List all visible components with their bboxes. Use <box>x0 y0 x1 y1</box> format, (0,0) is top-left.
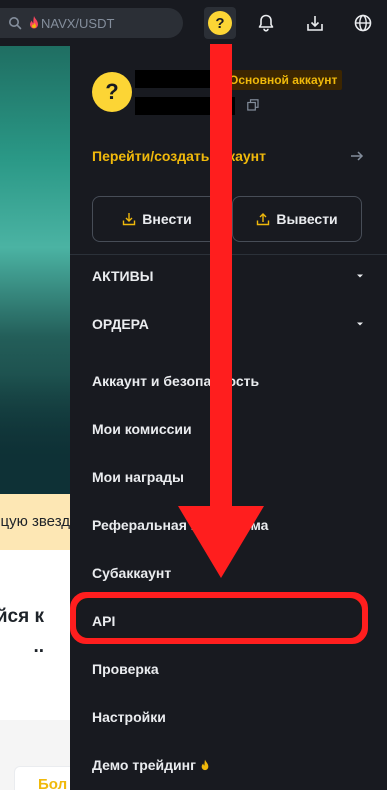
fire-icon <box>30 16 38 29</box>
account-drawer: ? Основной аккаунт Перейти/создать аккау… <box>70 46 387 790</box>
menu-item-settings[interactable]: Настройки <box>92 706 364 728</box>
caret-down-icon <box>357 274 363 278</box>
redacted-user-id <box>135 97 235 115</box>
account-button[interactable]: ? <box>204 7 236 39</box>
menu-item-demo-trading[interactable]: Демо трейдинг <box>92 754 364 776</box>
search-icon <box>9 17 22 30</box>
search-query-text: NAVX/USDT <box>41 15 115 31</box>
arrow-right-icon <box>351 151 364 161</box>
account-type-badge: Основной аккаунт <box>224 70 343 90</box>
language-button[interactable] <box>347 7 379 39</box>
content-heading-line1: йся к <box>0 606 44 627</box>
menu-item-subaccount-label: Субаккаунт <box>92 565 172 581</box>
search-value: NAVX/USDT <box>28 16 114 31</box>
promo-banner-text: цую звезд <box>0 513 71 530</box>
menu-item-fees[interactable]: Мои комиссии <box>92 418 364 440</box>
menu-item-orders-label: ОРДЕРА <box>92 316 149 332</box>
menu-item-security[interactable]: Аккаунт и безопасность <box>92 370 364 392</box>
menu-item-rewards[interactable]: Мои награды <box>92 466 364 488</box>
menu-item-referral[interactable]: Реферальная Программа <box>92 514 364 536</box>
menu-item-verification[interactable]: Проверка <box>92 658 364 680</box>
fire-icon <box>201 759 209 770</box>
download-button[interactable] <box>299 7 331 39</box>
caret-down-icon <box>357 322 363 326</box>
content-heading-line2: .. <box>33 636 44 657</box>
account-avatar: ? <box>92 72 132 112</box>
notifications-button[interactable] <box>250 7 282 39</box>
switch-account-link[interactable]: Перейти/создать аккаунт <box>92 146 364 166</box>
annotation-highlight-inner <box>76 598 362 638</box>
download-icon <box>307 16 323 31</box>
divider <box>70 254 387 255</box>
withdraw-icon <box>257 213 270 226</box>
deposit-button[interactable]: Внести <box>92 196 222 242</box>
menu-item-settings-label: Настройки <box>92 709 166 725</box>
menu-item-verification-label: Проверка <box>92 661 159 677</box>
top-bar: NAVX/USDT ? <box>0 0 387 46</box>
avatar-icon: ? <box>208 11 232 35</box>
menu-item-subaccount[interactable]: Субаккаунт <box>92 562 364 584</box>
content-footer-bg: Бол <box>0 720 70 790</box>
redacted-username <box>135 70 221 88</box>
switch-account-label: Перейти/создать аккаунт <box>92 148 266 164</box>
menu-item-assets-label: АКТИВЫ <box>92 268 154 284</box>
content-heading: йся к .. <box>0 602 44 662</box>
content-card-text: Бол <box>38 776 68 790</box>
hero-banner-image <box>0 46 70 494</box>
withdraw-label: Вывести <box>276 211 338 227</box>
menu-item-orders[interactable]: ОРДЕРА <box>92 313 364 335</box>
menu-item-assets[interactable]: АКТИВЫ <box>92 265 364 287</box>
menu-item-demo-label: Демо трейдинг <box>92 757 196 773</box>
menu-item-security-label: Аккаунт и безопасность <box>92 373 260 389</box>
withdraw-button[interactable]: Вывести <box>232 196 362 242</box>
menu-item-referral-label: Реферальная Программа <box>92 517 269 533</box>
menu-item-rewards-label: Мои награды <box>92 469 184 485</box>
menu-item-fees-label: Мои комиссии <box>92 421 192 437</box>
bell-icon <box>258 14 274 32</box>
deposit-label: Внести <box>142 211 192 227</box>
content-heading-clip: йся к .. Бол <box>0 550 70 790</box>
promo-banner[interactable]: цую звезд <box>0 494 70 550</box>
copy-icon[interactable] <box>247 99 259 111</box>
search-bar[interactable]: NAVX/USDT <box>0 8 183 38</box>
deposit-icon <box>123 213 136 226</box>
globe-icon <box>354 14 372 32</box>
